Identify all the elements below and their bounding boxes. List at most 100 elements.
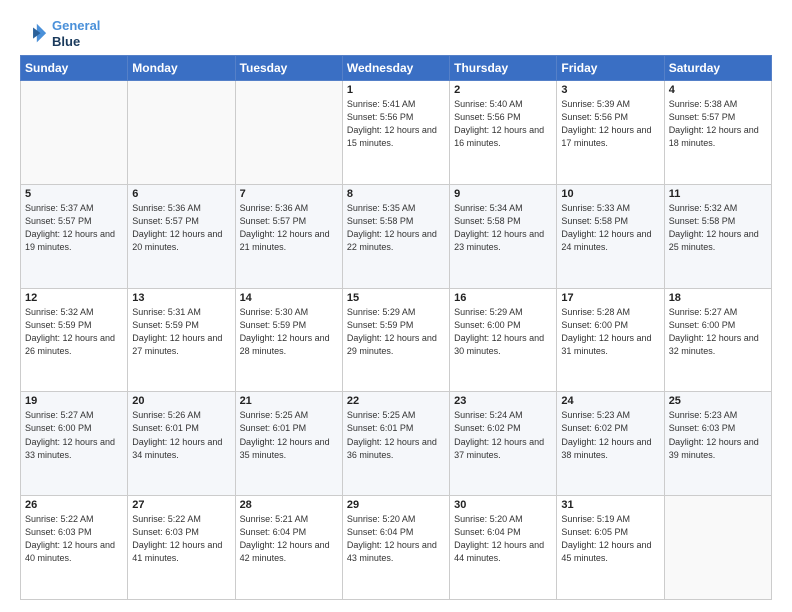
day-info: Sunrise: 5:37 AMSunset: 5:57 PMDaylight:… xyxy=(25,202,123,254)
day-info: Sunrise: 5:34 AMSunset: 5:58 PMDaylight:… xyxy=(454,202,552,254)
calendar-cell: 2 Sunrise: 5:40 AMSunset: 5:56 PMDaylight… xyxy=(450,81,557,185)
day-number: 15 xyxy=(347,292,445,304)
calendar-cell: 9 Sunrise: 5:34 AMSunset: 5:58 PMDaylight… xyxy=(450,184,557,288)
logo-icon xyxy=(20,20,48,48)
day-number: 8 xyxy=(347,188,445,200)
calendar-cell: 19 Sunrise: 5:27 AMSunset: 6:00 PMDayligh… xyxy=(21,392,128,496)
calendar-cell: 26 Sunrise: 5:22 AMSunset: 6:03 PMDayligh… xyxy=(21,496,128,600)
calendar-cell: 11 Sunrise: 5:32 AMSunset: 5:58 PMDayligh… xyxy=(664,184,771,288)
day-number: 6 xyxy=(132,188,230,200)
day-number: 9 xyxy=(454,188,552,200)
weekday-header-friday: Friday xyxy=(557,56,664,81)
day-info: Sunrise: 5:38 AMSunset: 5:57 PMDaylight:… xyxy=(669,98,767,150)
calendar-cell: 15 Sunrise: 5:29 AMSunset: 5:59 PMDayligh… xyxy=(342,288,449,392)
day-info: Sunrise: 5:39 AMSunset: 5:56 PMDaylight:… xyxy=(561,98,659,150)
calendar-cell: 21 Sunrise: 5:25 AMSunset: 6:01 PMDayligh… xyxy=(235,392,342,496)
calendar-cell: 1 Sunrise: 5:41 AMSunset: 5:56 PMDaylight… xyxy=(342,81,449,185)
calendar-cell: 14 Sunrise: 5:30 AMSunset: 5:59 PMDayligh… xyxy=(235,288,342,392)
day-info: Sunrise: 5:22 AMSunset: 6:03 PMDaylight:… xyxy=(25,513,123,565)
day-number: 30 xyxy=(454,499,552,511)
day-info: Sunrise: 5:20 AMSunset: 6:04 PMDaylight:… xyxy=(347,513,445,565)
day-number: 10 xyxy=(561,188,659,200)
day-number: 21 xyxy=(240,395,338,407)
day-info: Sunrise: 5:41 AMSunset: 5:56 PMDaylight:… xyxy=(347,98,445,150)
day-number: 1 xyxy=(347,84,445,96)
day-info: Sunrise: 5:26 AMSunset: 6:01 PMDaylight:… xyxy=(132,409,230,461)
day-info: Sunrise: 5:23 AMSunset: 6:03 PMDaylight:… xyxy=(669,409,767,461)
calendar-cell: 20 Sunrise: 5:26 AMSunset: 6:01 PMDayligh… xyxy=(128,392,235,496)
day-number: 11 xyxy=(669,188,767,200)
day-info: Sunrise: 5:22 AMSunset: 6:03 PMDaylight:… xyxy=(132,513,230,565)
logo-text: General Blue xyxy=(52,18,100,49)
day-number: 29 xyxy=(347,499,445,511)
day-info: Sunrise: 5:30 AMSunset: 5:59 PMDaylight:… xyxy=(240,306,338,358)
day-info: Sunrise: 5:32 AMSunset: 5:58 PMDaylight:… xyxy=(669,202,767,254)
day-info: Sunrise: 5:29 AMSunset: 5:59 PMDaylight:… xyxy=(347,306,445,358)
weekday-header-sunday: Sunday xyxy=(21,56,128,81)
day-number: 2 xyxy=(454,84,552,96)
day-number: 23 xyxy=(454,395,552,407)
day-info: Sunrise: 5:25 AMSunset: 6:01 PMDaylight:… xyxy=(240,409,338,461)
calendar-cell: 30 Sunrise: 5:20 AMSunset: 6:04 PMDayligh… xyxy=(450,496,557,600)
day-info: Sunrise: 5:32 AMSunset: 5:59 PMDaylight:… xyxy=(25,306,123,358)
calendar-cell xyxy=(664,496,771,600)
weekday-header-monday: Monday xyxy=(128,56,235,81)
day-number: 16 xyxy=(454,292,552,304)
calendar-table: SundayMondayTuesdayWednesdayThursdayFrid… xyxy=(20,55,772,600)
week-row-5: 26 Sunrise: 5:22 AMSunset: 6:03 PMDayligh… xyxy=(21,496,772,600)
week-row-3: 12 Sunrise: 5:32 AMSunset: 5:59 PMDayligh… xyxy=(21,288,772,392)
calendar-cell: 18 Sunrise: 5:27 AMSunset: 6:00 PMDayligh… xyxy=(664,288,771,392)
day-number: 5 xyxy=(25,188,123,200)
week-row-4: 19 Sunrise: 5:27 AMSunset: 6:00 PMDayligh… xyxy=(21,392,772,496)
logo: General Blue xyxy=(20,18,100,49)
day-info: Sunrise: 5:23 AMSunset: 6:02 PMDaylight:… xyxy=(561,409,659,461)
calendar-cell: 12 Sunrise: 5:32 AMSunset: 5:59 PMDayligh… xyxy=(21,288,128,392)
day-info: Sunrise: 5:19 AMSunset: 6:05 PMDaylight:… xyxy=(561,513,659,565)
calendar-cell: 23 Sunrise: 5:24 AMSunset: 6:02 PMDayligh… xyxy=(450,392,557,496)
calendar-cell: 5 Sunrise: 5:37 AMSunset: 5:57 PMDaylight… xyxy=(21,184,128,288)
day-number: 19 xyxy=(25,395,123,407)
day-info: Sunrise: 5:28 AMSunset: 6:00 PMDaylight:… xyxy=(561,306,659,358)
day-info: Sunrise: 5:33 AMSunset: 5:58 PMDaylight:… xyxy=(561,202,659,254)
calendar-cell: 10 Sunrise: 5:33 AMSunset: 5:58 PMDayligh… xyxy=(557,184,664,288)
day-info: Sunrise: 5:27 AMSunset: 6:00 PMDaylight:… xyxy=(25,409,123,461)
day-info: Sunrise: 5:24 AMSunset: 6:02 PMDaylight:… xyxy=(454,409,552,461)
day-number: 31 xyxy=(561,499,659,511)
weekday-header-wednesday: Wednesday xyxy=(342,56,449,81)
day-number: 4 xyxy=(669,84,767,96)
day-number: 12 xyxy=(25,292,123,304)
day-number: 22 xyxy=(347,395,445,407)
calendar-cell: 22 Sunrise: 5:25 AMSunset: 6:01 PMDayligh… xyxy=(342,392,449,496)
weekday-header-thursday: Thursday xyxy=(450,56,557,81)
calendar-cell xyxy=(128,81,235,185)
day-number: 3 xyxy=(561,84,659,96)
weekday-header-row: SundayMondayTuesdayWednesdayThursdayFrid… xyxy=(21,56,772,81)
calendar-cell: 27 Sunrise: 5:22 AMSunset: 6:03 PMDayligh… xyxy=(128,496,235,600)
day-number: 20 xyxy=(132,395,230,407)
day-number: 18 xyxy=(669,292,767,304)
day-info: Sunrise: 5:25 AMSunset: 6:01 PMDaylight:… xyxy=(347,409,445,461)
calendar-cell: 31 Sunrise: 5:19 AMSunset: 6:05 PMDayligh… xyxy=(557,496,664,600)
day-number: 13 xyxy=(132,292,230,304)
day-number: 24 xyxy=(561,395,659,407)
day-number: 17 xyxy=(561,292,659,304)
calendar-cell: 24 Sunrise: 5:23 AMSunset: 6:02 PMDayligh… xyxy=(557,392,664,496)
page: General Blue SundayMondayTuesdayWednesda… xyxy=(0,0,792,612)
calendar-cell: 3 Sunrise: 5:39 AMSunset: 5:56 PMDaylight… xyxy=(557,81,664,185)
calendar-cell: 13Sunrise: 5:31 AMSunset: 5:59 PMDayligh… xyxy=(128,288,235,392)
day-info: Sunrise: 5:29 AMSunset: 6:00 PMDaylight:… xyxy=(454,306,552,358)
calendar-cell xyxy=(21,81,128,185)
day-number: 28 xyxy=(240,499,338,511)
week-row-2: 5 Sunrise: 5:37 AMSunset: 5:57 PMDaylight… xyxy=(21,184,772,288)
day-number: 26 xyxy=(25,499,123,511)
day-info: Sunrise: 5:27 AMSunset: 6:00 PMDaylight:… xyxy=(669,306,767,358)
day-info: Sunrise: 5:40 AMSunset: 5:56 PMDaylight:… xyxy=(454,98,552,150)
day-info: Sunrise: 5:20 AMSunset: 6:04 PMDaylight:… xyxy=(454,513,552,565)
day-info: Sunrise: 5:36 AMSunset: 5:57 PMDaylight:… xyxy=(240,202,338,254)
calendar-cell: 28Sunrise: 5:21 AMSunset: 6:04 PMDayligh… xyxy=(235,496,342,600)
calendar-cell: 6Sunrise: 5:36 AMSunset: 5:57 PMDaylight… xyxy=(128,184,235,288)
day-number: 14 xyxy=(240,292,338,304)
day-number: 27 xyxy=(132,499,230,511)
calendar-cell: 16 Sunrise: 5:29 AMSunset: 6:00 PMDayligh… xyxy=(450,288,557,392)
calendar-cell: 8Sunrise: 5:35 AMSunset: 5:58 PMDaylight… xyxy=(342,184,449,288)
